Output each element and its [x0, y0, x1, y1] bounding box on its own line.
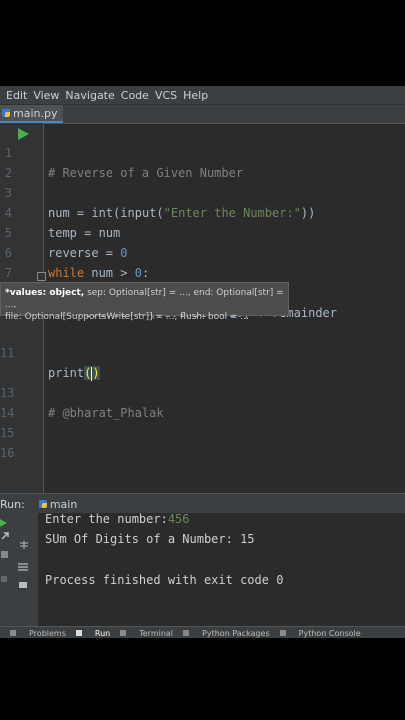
menu-code[interactable]: Code	[121, 89, 149, 102]
tab-label: Run	[94, 628, 111, 638]
run-tool-bar: Run: main	[0, 493, 405, 514]
tab-label: Python Packages	[202, 628, 270, 638]
tab-main-py[interactable]: main.py	[0, 105, 64, 123]
tab-label: Problems	[29, 628, 66, 638]
run-console[interactable]: Enter the number:456 SUm Of Digits of a …	[0, 512, 405, 626]
python-file-icon	[38, 500, 47, 508]
run-icon	[75, 630, 82, 636]
menu-help[interactable]: Help	[183, 89, 208, 102]
tab-run[interactable]: Run	[75, 628, 111, 638]
menu-view[interactable]: View	[33, 89, 59, 102]
menu-navigate[interactable]: Navigate	[65, 89, 114, 102]
menu-vcs[interactable]: VCS	[155, 89, 177, 102]
wrench-icon	[1, 532, 9, 540]
code-line: 4 temp = num	[0, 183, 405, 240]
code-line: 13 # @bharat_Phalak	[0, 363, 405, 420]
code-line: 11 print()	[0, 323, 405, 381]
python-console-icon	[279, 630, 286, 636]
tool-window-bar: Problems Run Terminal Python Packages Py…	[0, 626, 405, 638]
python-file-icon	[2, 109, 10, 117]
menu-edit[interactable]: Edit	[6, 89, 27, 102]
console-line: SUm Of Digits of a Number: 15	[45, 532, 255, 546]
terminal-icon	[120, 630, 127, 636]
console-line: Enter the number:456	[45, 512, 190, 526]
code-line: 2	[0, 143, 405, 180]
rerun-icon	[0, 519, 7, 527]
menu-bar: Edit View Navigate Code VCS Help	[0, 86, 405, 104]
code-line: 6 while num > 0:	[0, 223, 405, 280]
pin-icon	[1, 576, 7, 582]
tab-terminal[interactable]: Terminal	[120, 629, 173, 638]
tooltip-param-bold: *values: object,	[5, 288, 85, 298]
tab-label: Terminal	[139, 628, 174, 638]
soft-wrap-icon	[18, 563, 28, 571]
parameter-info-tooltip: *values: object, sep: Optional[str] = ..…	[0, 282, 289, 322]
stop-icon	[1, 551, 8, 558]
code-line: 7 remainder = num % 10	[0, 243, 405, 300]
console-line: Process finished with exit code 0	[45, 573, 284, 587]
code-line: 8 reverse = (reverse * 10) + remainder	[0, 263, 405, 320]
run-gutter-icon[interactable]	[18, 128, 29, 140]
code-line: 14	[0, 383, 405, 420]
code-line: 5 reverse = 0	[0, 203, 405, 260]
code-line: 15	[0, 403, 405, 440]
console-prompt: Enter the number:	[45, 512, 168, 526]
line-number: 16	[0, 446, 15, 460]
tab-python-console[interactable]: Python Console	[279, 628, 361, 638]
ide-window: Edit View Navigate Code VCS Help main.py…	[0, 86, 405, 638]
fold-marker-icon[interactable]	[37, 272, 46, 281]
code-line: 3 num = int(input("Enter the Number:"))	[0, 163, 405, 220]
scroll-icon	[20, 541, 28, 549]
run-tab-label: main	[49, 497, 78, 511]
run-label: Run:	[0, 497, 25, 511]
packages-icon	[183, 630, 190, 636]
code-line: 1 # Reverse of a Given Number	[0, 123, 405, 180]
console-input: 456	[167, 512, 190, 526]
tab-python-packages[interactable]: Python Packages	[183, 629, 270, 638]
problems-icon	[10, 630, 16, 636]
console-tool-icons	[0, 519, 28, 588]
run-tab-main[interactable]: main	[38, 497, 78, 511]
console-toolbar	[0, 513, 38, 626]
editor-tab-bar: main.py	[0, 104, 405, 124]
tooltip-params-line2: file: Optional[SupportsWrite[str]] = ...…	[5, 312, 249, 322]
tab-label: Python Console	[298, 628, 361, 638]
tab-label: main.py	[13, 106, 58, 120]
code-line: 16	[0, 423, 405, 460]
tab-problems[interactable]: Problems	[10, 629, 66, 638]
line-number: 11	[0, 346, 15, 360]
print-icon	[19, 582, 27, 588]
